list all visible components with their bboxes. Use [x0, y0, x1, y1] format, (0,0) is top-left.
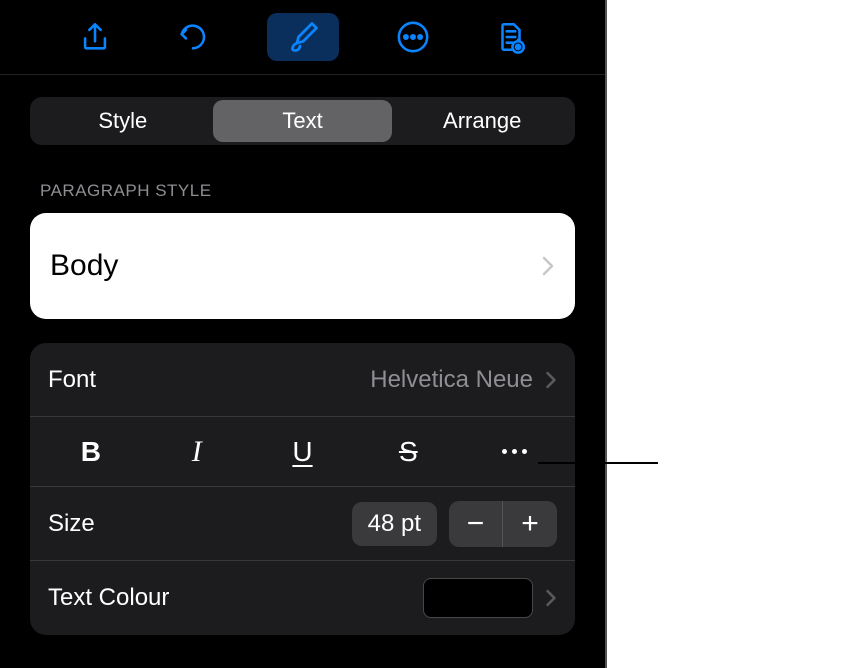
- tab-text[interactable]: Text: [213, 100, 393, 142]
- size-increment-button[interactable]: +: [503, 501, 557, 547]
- tab-arrange[interactable]: Arrange: [392, 100, 572, 142]
- document-button[interactable]: [487, 13, 535, 61]
- text-style-row: B I U S: [30, 417, 575, 487]
- chevron-right-icon: [541, 255, 555, 277]
- text-colour-label: Text Colour: [48, 584, 423, 612]
- inspector-tabs: Style Text Arrange: [30, 97, 575, 145]
- size-label: Size: [48, 510, 352, 538]
- text-colour-swatch[interactable]: [423, 578, 533, 618]
- font-row[interactable]: Font Helvetica Neue: [30, 343, 575, 417]
- toolbar: [0, 0, 605, 75]
- format-panel: Style Text Arrange PARAGRAPH STYLE Body …: [0, 0, 607, 668]
- font-group: Font Helvetica Neue B I U S Size 48 pt −…: [30, 343, 575, 635]
- chevron-right-icon: [545, 588, 557, 608]
- document-icon: [494, 20, 528, 54]
- paragraph-style-picker[interactable]: Body: [30, 213, 575, 319]
- tab-style[interactable]: Style: [33, 100, 213, 142]
- paragraph-style-label: PARAGRAPH STYLE: [40, 181, 565, 201]
- more-text-options-button[interactable]: [461, 417, 567, 486]
- undo-button[interactable]: [169, 13, 217, 61]
- underline-button[interactable]: U: [250, 417, 356, 486]
- text-colour-row[interactable]: Text Colour: [30, 561, 575, 635]
- strikethrough-button[interactable]: S: [355, 417, 461, 486]
- size-row: Size 48 pt − +: [30, 487, 575, 561]
- undo-icon: [176, 20, 210, 54]
- chevron-right-icon: [545, 370, 557, 390]
- bold-button[interactable]: B: [38, 417, 144, 486]
- font-label: Font: [48, 366, 370, 394]
- size-decrement-button[interactable]: −: [449, 501, 503, 547]
- font-value: Helvetica Neue: [370, 366, 533, 394]
- ellipsis-icon: [502, 449, 527, 454]
- paintbrush-icon: [285, 19, 321, 55]
- more-button[interactable]: [389, 13, 437, 61]
- callout-line: [538, 462, 658, 464]
- italic-button[interactable]: I: [144, 417, 250, 486]
- share-button[interactable]: [71, 13, 119, 61]
- size-value[interactable]: 48 pt: [352, 502, 437, 546]
- paragraph-style-value: Body: [50, 249, 541, 283]
- share-icon: [78, 20, 112, 54]
- format-button[interactable]: [267, 13, 339, 61]
- more-icon: [396, 20, 430, 54]
- size-stepper: − +: [449, 501, 557, 547]
